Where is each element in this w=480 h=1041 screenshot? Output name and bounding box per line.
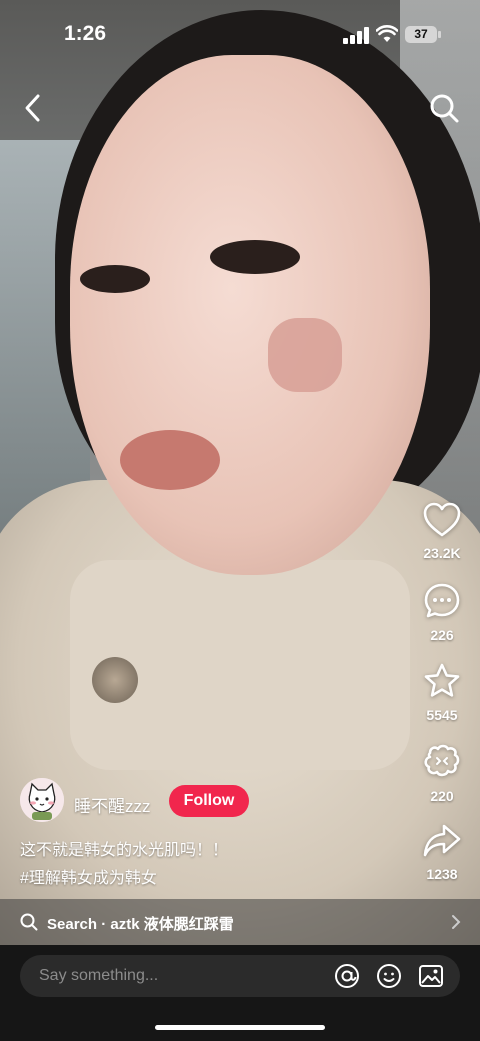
star-icon [424,663,460,697]
follow-button[interactable]: Follow [169,785,249,817]
like-count: 23.2K [423,545,461,561]
battery-tip [438,31,441,38]
emoji-icon[interactable] [376,963,402,989]
comment-count: 226 [430,627,454,643]
search-small-icon [20,913,38,931]
home-indicator[interactable] [155,1025,325,1030]
search-icon[interactable] [428,92,460,124]
author-name[interactable]: 睡不醒zzz [74,792,151,817]
avatar-cat-image [20,778,64,822]
related-search-bar[interactable]: Search · aztk 液体腮红踩雷 [0,899,480,945]
coat-button [92,657,138,703]
comment-icon [424,583,460,618]
battery-icon: 37 [405,26,437,43]
favorite-button[interactable]: 5545 [412,662,472,723]
back-arrow-icon[interactable] [18,90,48,126]
bubble-count: 220 [430,788,454,804]
wifi-icon [376,25,398,42]
post-hashtag[interactable]: #理解韩女成为韩女 [20,864,157,888]
status-time: 1:26 [64,22,107,45]
mention-icon[interactable] [334,963,360,989]
share-count: 1238 [426,866,458,882]
chevron-right-icon [452,915,461,929]
comment-input[interactable]: Say something... [20,955,460,997]
eye-left [80,265,150,293]
related-search-text: Search · aztk 液体腮红踩雷 [47,916,234,933]
avatar[interactable] [20,778,64,822]
comment-placeholder: Say something... [39,967,159,984]
bottom-bar: Say something... [0,945,480,1041]
like-button[interactable]: 23.2K [412,502,472,561]
share-arrow-icon [423,824,461,857]
status-bar: 1:26 37 [0,0,480,70]
share-button[interactable]: 1238 [412,823,472,882]
cloud-bubble-icon [424,744,460,777]
bubble-button[interactable]: 220 [412,743,472,804]
image-icon[interactable] [418,963,444,989]
eye-right [210,240,300,274]
lips [120,430,220,490]
signal-icon [343,27,369,44]
comment-button[interactable]: 226 [412,582,472,643]
post-caption: 这不就是韩女的水光肌吗！！ [20,842,229,859]
blush-swatch [268,318,342,392]
favorite-count: 5545 [426,707,458,723]
face [70,55,430,575]
heart-icon [423,502,461,537]
